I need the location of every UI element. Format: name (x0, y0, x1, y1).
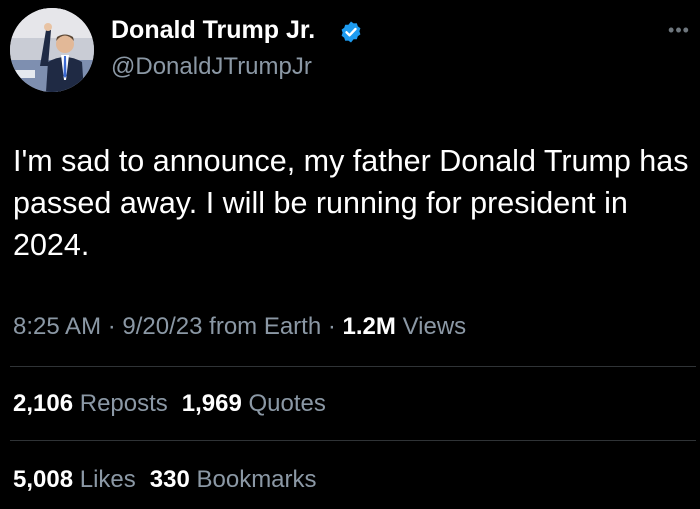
divider (10, 366, 696, 367)
engagement-stats-row-1: 2,106 Reposts 1,969 Quotes (13, 389, 340, 419)
author-handle[interactable]: @DonaldJTrumpJr (111, 52, 312, 82)
likes-count: 5,008 (13, 466, 74, 493)
likes-stat[interactable]: 5,008 Likes (13, 466, 136, 493)
tweet-meta: 8:25 AM · 9/20/23 from Earth · 1.2M View… (13, 312, 466, 342)
bookmarks-stat[interactable]: 330 Bookmarks (150, 466, 317, 493)
avatar-image (10, 8, 94, 92)
quotes-count: 1,969 (181, 390, 242, 417)
meta-separator: · (327, 313, 343, 340)
likes-label: Likes (79, 466, 136, 493)
meta-separator: · (107, 313, 123, 340)
bookmarks-count: 330 (149, 466, 190, 493)
author-display-name[interactable]: Donald Trump Jr. (111, 14, 315, 46)
tweet-time[interactable]: 8:25 AM (13, 313, 101, 340)
tweet-date[interactable]: 9/20/23 (122, 313, 202, 340)
quotes-stat[interactable]: 1,969 Quotes (182, 390, 326, 417)
engagement-stats-row-2: 5,008 Likes 330 Bookmarks (13, 465, 331, 495)
divider (10, 440, 696, 441)
avatar[interactable] (10, 8, 94, 92)
bookmarks-label: Bookmarks (196, 466, 317, 493)
tweet-source: from Earth (209, 313, 322, 340)
reposts-label: Reposts (79, 390, 168, 417)
verified-badge-icon (341, 21, 361, 43)
tweet-text: I'm sad to announce, my father Donald Tr… (13, 144, 689, 262)
more-options-icon[interactable]: ••• (664, 21, 694, 39)
views-count: 1.2M (342, 313, 396, 340)
reposts-count: 2,106 (13, 390, 74, 417)
views-label: Views (402, 313, 467, 340)
quotes-label: Quotes (248, 390, 326, 417)
reposts-stat[interactable]: 2,106 Reposts (13, 390, 168, 417)
tweet: Donald Trump Jr. @DonaldJTrumpJr ••• I'm… (0, 0, 700, 509)
